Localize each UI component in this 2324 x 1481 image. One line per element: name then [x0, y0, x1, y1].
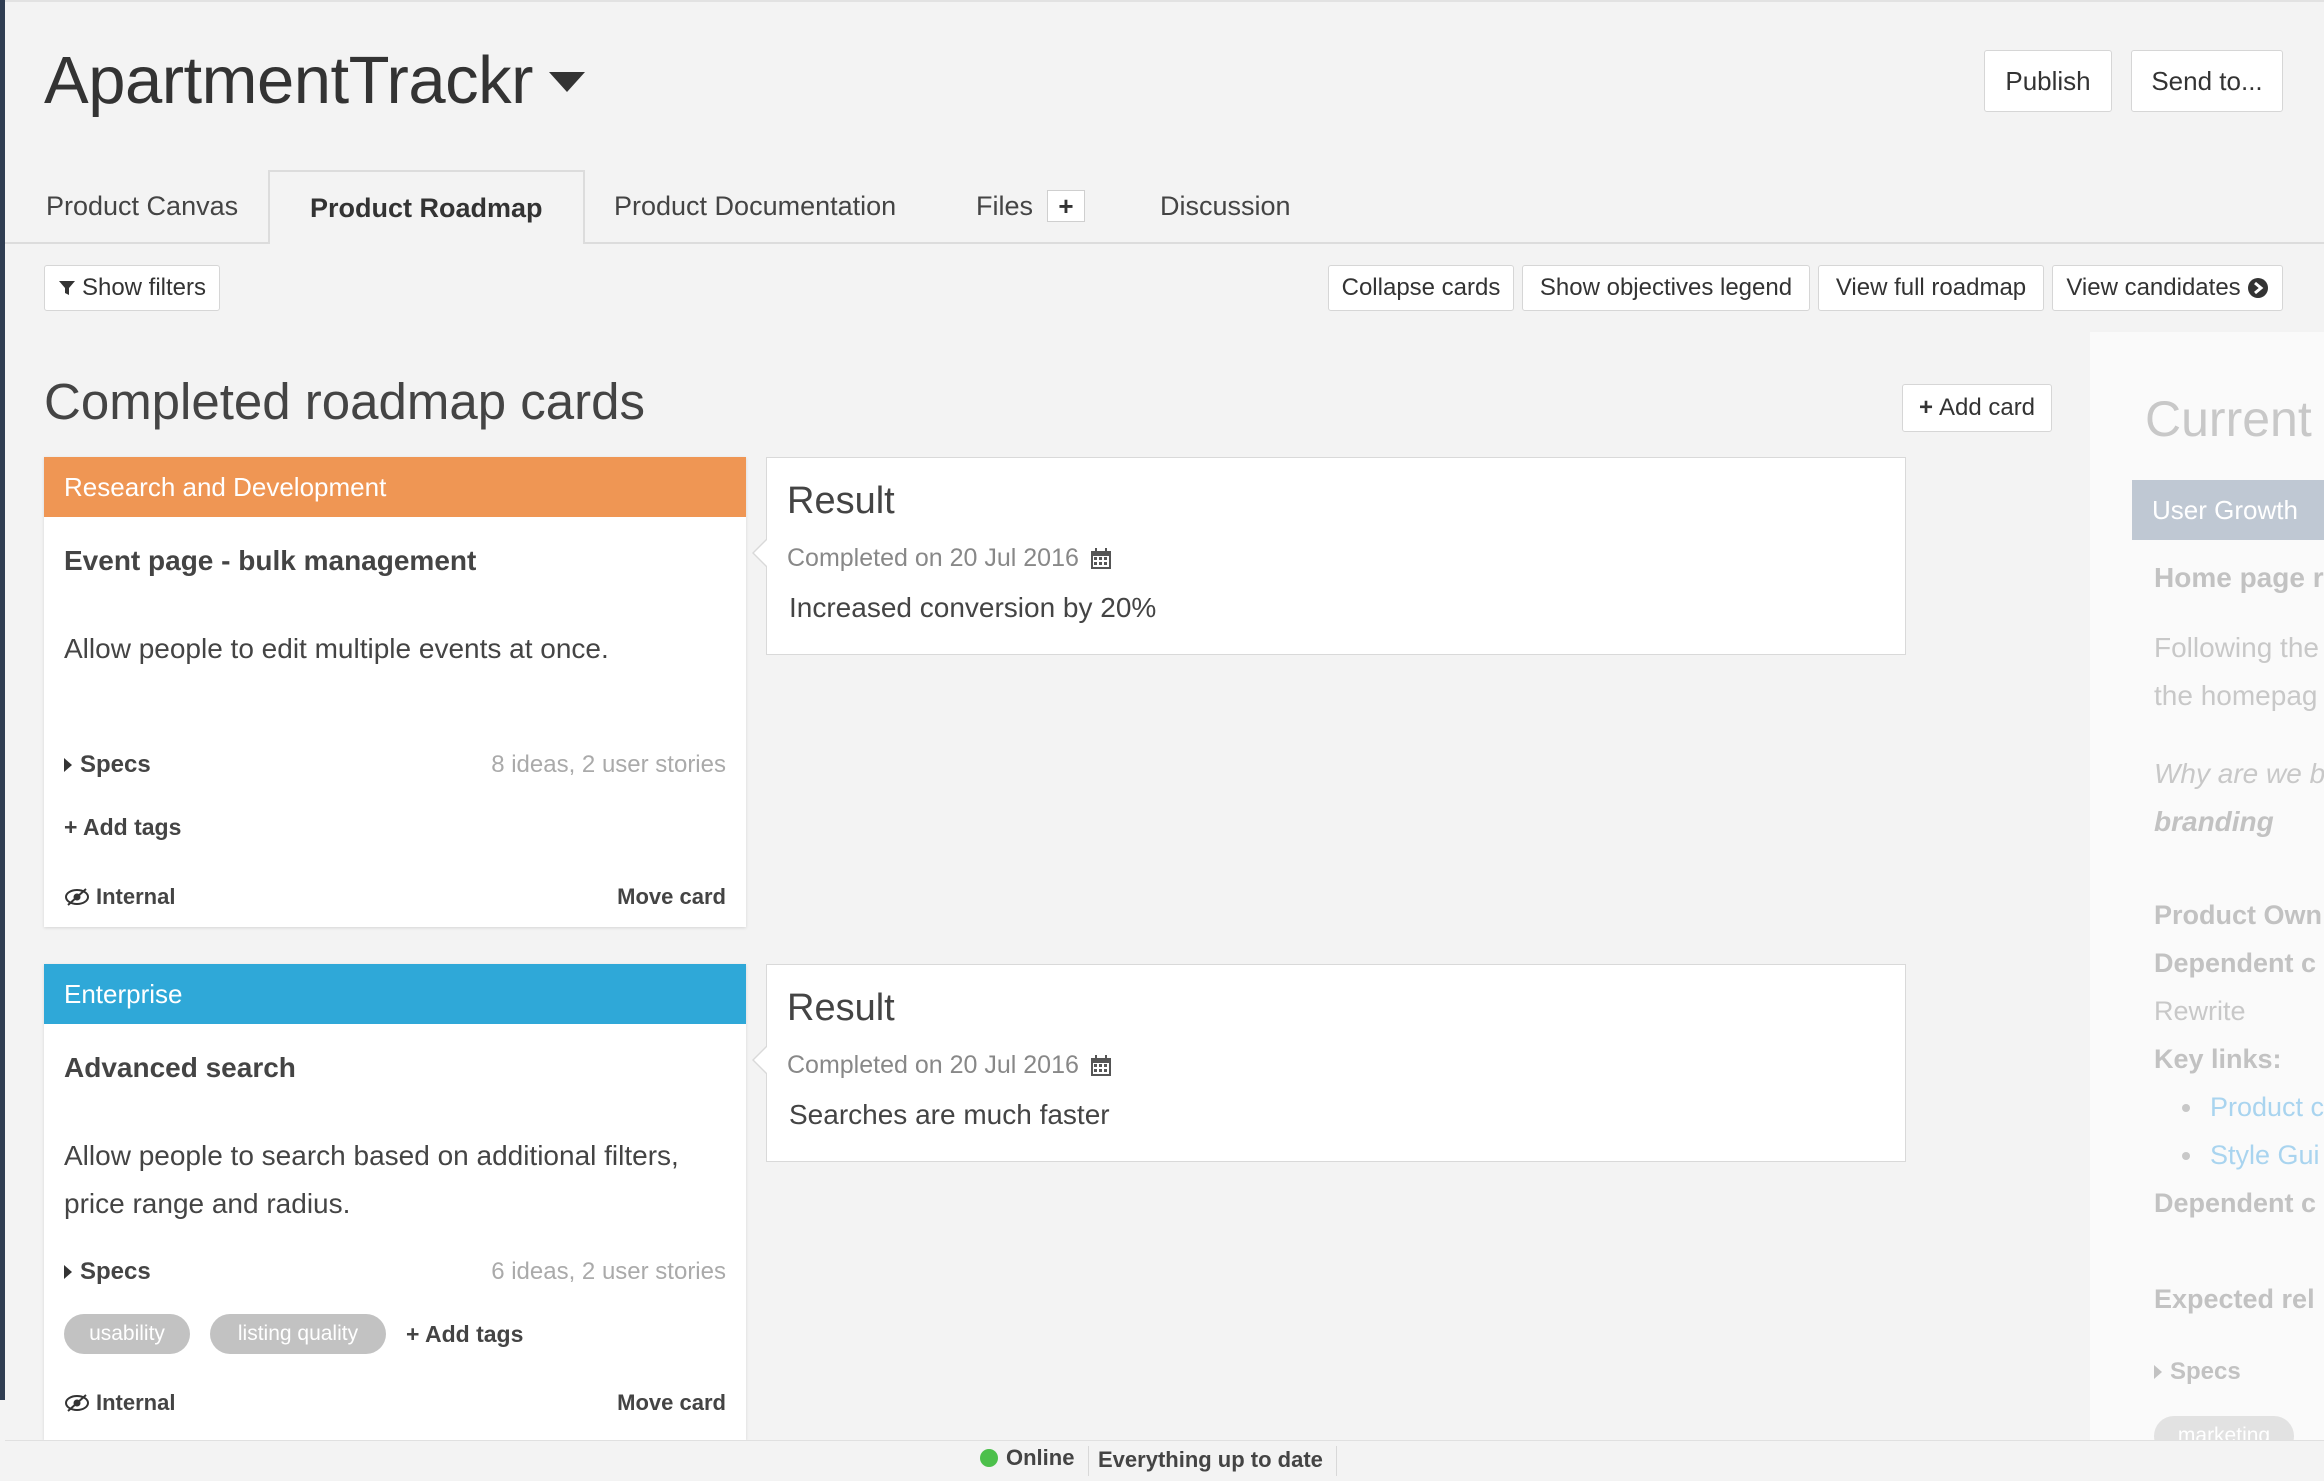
calendar-icon[interactable] — [1089, 1054, 1113, 1078]
card-title[interactable]: Event page - bulk management — [64, 545, 476, 577]
card-description: Allow people to search based on addition… — [64, 1140, 679, 1219]
current-card-why-line: branding — [2154, 806, 2274, 837]
add-card-label: Add card — [1938, 394, 2036, 421]
current-card-desc-line: Following the — [2154, 632, 2319, 663]
bullet — [2182, 1152, 2190, 1160]
view-full-roadmap-button[interactable]: View full roadmap — [1818, 265, 2044, 311]
top-border — [0, 0, 2324, 2]
current-card-title[interactable]: Home page r — [2154, 562, 2324, 594]
completed-date[interactable]: Completed on 20 Jul 2016 — [787, 1051, 1113, 1080]
tag-chip[interactable]: usability — [64, 1314, 190, 1354]
add-file-icon[interactable]: + — [1047, 190, 1086, 222]
completed-date-text: Completed on 20 Jul 2016 — [787, 544, 1079, 572]
product-owner-label: Product Own — [2154, 900, 2322, 930]
tab-product-documentation[interactable]: Product Documentation — [614, 170, 896, 242]
section-title: Completed roadmap cards — [44, 373, 645, 430]
app-title[interactable]: ApartmentTrackr — [44, 42, 585, 119]
visibility-label: Internal — [96, 884, 176, 909]
specs-label: Specs — [80, 751, 151, 778]
plus-icon: + — [64, 814, 83, 840]
completed-date[interactable]: Completed on 20 Jul 2016 — [787, 544, 1113, 573]
card-description: Allow people to edit multiple events at … — [64, 633, 609, 664]
left-edge-bar — [0, 0, 5, 1400]
arrow-circle-right-icon — [2247, 278, 2268, 298]
current-card-desc-line: the homepag — [2154, 680, 2318, 711]
bullet — [2182, 1104, 2190, 1112]
add-tags-button[interactable]: + Add tags — [406, 1321, 523, 1348]
visibility-label: Internal — [96, 1390, 176, 1415]
filter-icon — [58, 281, 75, 295]
collapse-cards-button[interactable]: Collapse cards — [1328, 265, 1514, 311]
specs-count: 8 ideas, 2 user stories — [491, 751, 726, 778]
tab-product-canvas[interactable]: Product Canvas — [46, 170, 238, 242]
specs-count: 6 ideas, 2 user stories — [491, 1258, 726, 1285]
sync-status: Everything up to date — [1098, 1447, 1323, 1472]
result-title: Result — [787, 987, 895, 1029]
specs-toggle[interactable]: Specs — [2154, 1358, 2241, 1386]
visibility-toggle[interactable]: Internal — [64, 884, 175, 910]
current-card-why-line: Why are we b — [2154, 758, 2324, 789]
calendar-icon[interactable] — [1089, 547, 1113, 571]
result-text: Increased conversion by 20% — [789, 592, 1157, 623]
caret-right-icon — [2154, 1365, 2162, 1379]
tag-chip[interactable]: marketing — [2154, 1416, 2294, 1442]
eye-slash-icon — [65, 888, 89, 906]
specs-label: Specs — [80, 1258, 151, 1285]
expected-release-label: Expected rel — [2154, 1284, 2315, 1314]
view-candidates-button[interactable]: View candidates — [2052, 265, 2283, 311]
card-category: Enterprise — [44, 964, 746, 1024]
online-dot-icon — [980, 1449, 998, 1467]
eye-slash-icon — [65, 1394, 89, 1412]
current-column: Current User Growth Home page r Followin… — [2090, 332, 2324, 1442]
result-title: Result — [787, 480, 895, 522]
add-card-button[interactable]: + Add card — [1902, 384, 2052, 432]
roadmap-card[interactable]: Research and Development Event page - bu… — [44, 457, 746, 927]
add-tags-label: Add tags — [424, 1321, 524, 1347]
result-panel: Result Completed on 20 Jul 2016 Increase… — [752, 457, 1906, 655]
send-to-button[interactable]: Send to... — [2131, 50, 2283, 112]
move-card-link[interactable]: Move card — [617, 884, 726, 910]
specs-label: Specs — [2170, 1358, 2241, 1385]
dependent-label: Dependent c — [2154, 1188, 2317, 1218]
card-category: Research and Development — [44, 457, 746, 517]
status-divider — [1336, 1446, 1337, 1476]
rewrite-text: Rewrite — [2154, 996, 2246, 1026]
add-tags-label: Add tags — [82, 814, 182, 840]
specs-toggle[interactable]: Specs — [64, 751, 151, 779]
tab-product-roadmap[interactable]: Product Roadmap — [268, 170, 585, 244]
view-candidates-label: View candidates — [2066, 274, 2241, 301]
tab-discussion[interactable]: Discussion — [1160, 170, 1291, 242]
visibility-toggle[interactable]: Internal — [64, 1390, 175, 1416]
online-status: Online — [980, 1445, 1074, 1471]
current-column-title: Current — [2145, 391, 2312, 447]
completed-date-text: Completed on 20 Jul 2016 — [787, 1051, 1079, 1079]
key-link[interactable]: Product c — [2210, 1092, 2324, 1123]
specs-toggle[interactable]: Specs — [64, 1258, 151, 1286]
caret-down-icon[interactable] — [548, 72, 585, 93]
tab-files[interactable]: Files + — [976, 170, 1086, 242]
show-filters-button[interactable]: Show filters — [44, 265, 220, 311]
online-label: Online — [1006, 1445, 1075, 1470]
add-tags-button[interactable]: + Add tags — [64, 814, 181, 841]
roadmap-card[interactable]: Enterprise Advanced search Allow people … — [44, 964, 746, 1440]
status-divider — [1088, 1446, 1089, 1476]
result-text: Searches are much faster — [789, 1099, 1110, 1130]
plus-icon: + — [406, 1321, 425, 1347]
tag-chip[interactable]: listing quality — [210, 1314, 386, 1354]
caret-right-icon — [64, 1265, 72, 1279]
current-card-category: User Growth — [2132, 480, 2324, 540]
key-links-label: Key links: — [2154, 1044, 2282, 1074]
result-panel: Result Completed on 20 Jul 2016 Searches… — [752, 964, 1906, 1162]
publish-button[interactable]: Publish — [1984, 50, 2112, 112]
caret-right-icon — [64, 758, 72, 772]
card-title[interactable]: Advanced search — [64, 1052, 296, 1084]
plus-icon: + — [1918, 394, 1933, 421]
show-objectives-legend-button[interactable]: Show objectives legend — [1522, 265, 1810, 311]
show-filters-label: Show filters — [81, 274, 207, 301]
move-card-link[interactable]: Move card — [617, 1390, 726, 1416]
tab-files-label: Files — [976, 190, 1034, 221]
key-link[interactable]: Style Gui — [2210, 1140, 2320, 1171]
dependent-label: Dependent c — [2154, 948, 2317, 978]
app-title-text: ApartmentTrackr — [44, 43, 533, 118]
